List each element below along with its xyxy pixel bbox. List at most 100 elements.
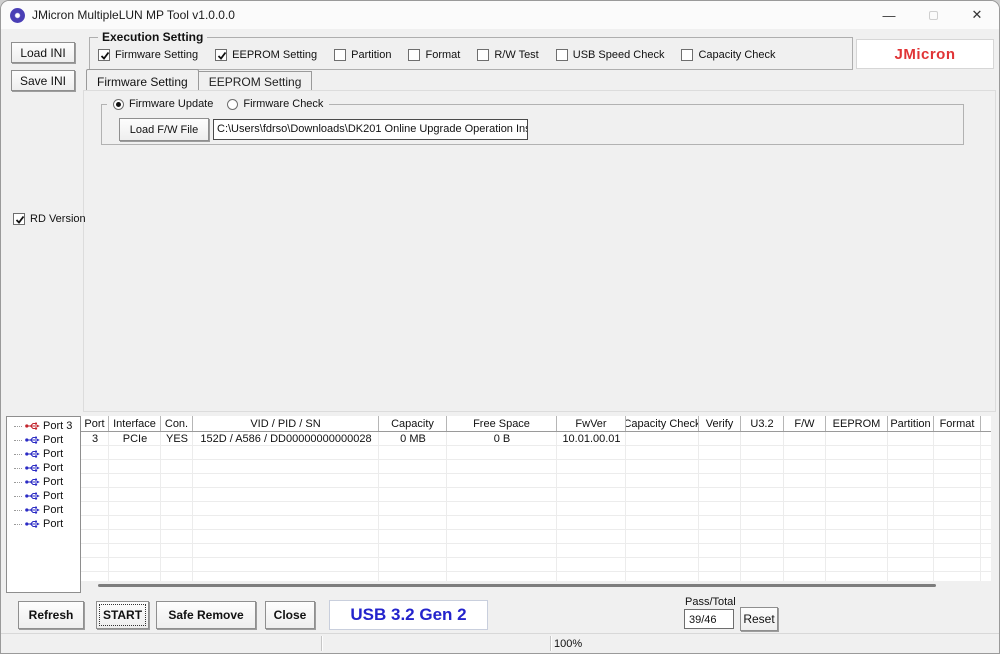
checkbox-label: Capacity Check <box>698 49 775 61</box>
grid-column-line <box>888 432 934 581</box>
tree-connector <box>14 524 22 525</box>
table-cell <box>888 432 934 446</box>
checkbox-unchecked-icon <box>556 49 568 61</box>
progress-percentage: 100% <box>554 638 582 650</box>
tree-item-port[interactable]: Port <box>10 489 80 503</box>
checkbox-label: USB Speed Check <box>573 49 665 61</box>
grid-column-line <box>109 432 161 581</box>
column-header-interface[interactable]: Interface <box>109 416 161 431</box>
tab-eeprom-setting[interactable]: EEPROM Setting <box>199 71 313 90</box>
column-header-eeprom[interactable]: EEPROM <box>826 416 888 431</box>
firmware-check-radio[interactable]: Firmware Check <box>227 98 323 110</box>
tab-strip: Firmware SettingEEPROM Setting <box>86 71 312 90</box>
brand-panel: JMicron <box>856 39 994 69</box>
pass-total-input[interactable]: 39/46 <box>684 609 734 629</box>
column-header-f-w[interactable]: F/W <box>784 416 826 431</box>
jmicron-logo: JMicron <box>894 46 955 63</box>
title-bar[interactable]: JMicron MultipleLUN MP Tool v1.0.0.0 — ✕ <box>1 1 999 29</box>
tree-item-port[interactable]: Port <box>10 475 80 489</box>
safe-remove-button[interactable]: Safe Remove <box>156 601 256 629</box>
grid-column-line <box>826 432 888 581</box>
close-app-button[interactable]: Close <box>265 601 315 629</box>
column-header-verify[interactable]: Verify <box>699 416 741 431</box>
horizontal-scrollbar[interactable] <box>98 584 936 587</box>
exec-checkbox-format[interactable]: Format <box>408 49 460 61</box>
column-header-format[interactable]: Format <box>934 416 981 431</box>
grid-column-line <box>741 432 784 581</box>
usb-port-icon <box>25 449 40 459</box>
exec-checkbox-r-w-test[interactable]: R/W Test <box>477 49 538 61</box>
firmware-update-radio[interactable]: Firmware Update <box>113 98 213 110</box>
firmware-file-path-input[interactable]: C:\Users\fdrso\Downloads\DK201 Online Up… <box>213 119 528 140</box>
start-button[interactable]: START <box>96 601 149 629</box>
tab-firmware-setting[interactable]: Firmware Setting <box>86 69 199 90</box>
column-header-capacity[interactable]: Capacity <box>379 416 447 431</box>
usb-port-icon <box>25 505 40 515</box>
checkbox-label: R/W Test <box>494 49 538 61</box>
grid-column-line <box>934 432 981 581</box>
exec-checkbox-firmware-setting[interactable]: Firmware Setting <box>98 49 198 61</box>
exec-checkbox-partition[interactable]: Partition <box>334 49 391 61</box>
app-icon <box>10 8 25 23</box>
tree-item-port[interactable]: Port <box>10 517 80 531</box>
checkbox-label: Firmware Setting <box>115 49 198 61</box>
column-header-partition[interactable]: Partition <box>888 416 934 431</box>
close-button[interactable]: ✕ <box>955 1 999 29</box>
load-ini-button[interactable]: Load INI <box>11 42 75 63</box>
rd-version-label: RD Version <box>30 213 86 225</box>
column-header-port[interactable]: Port <box>81 416 109 431</box>
pass-total-label: Pass/Total <box>685 596 736 608</box>
column-header-vid-pid-sn[interactable]: VID / PID / SN <box>193 416 379 431</box>
table-body[interactable]: 3PCIeYES152D / A586 / DD000000000000280 … <box>81 432 991 581</box>
tree-item-port[interactable]: Port <box>10 447 80 461</box>
refresh-button[interactable]: Refresh <box>18 601 84 629</box>
usb-port-icon <box>25 519 40 529</box>
rd-version-checkbox[interactable]: RD Version <box>13 213 86 225</box>
checkbox-checked-icon <box>98 49 110 61</box>
tree-item-port[interactable]: Port <box>10 461 80 475</box>
minimize-button[interactable]: — <box>867 1 911 29</box>
exec-checkbox-eeprom-setting[interactable]: EEPROM Setting <box>215 49 317 61</box>
table-cell <box>826 432 888 446</box>
table-cell: YES <box>161 432 193 446</box>
reset-button[interactable]: Reset <box>740 607 778 631</box>
column-header-u3-2[interactable]: U3.2 <box>741 416 784 431</box>
firmware-update-radio-label: Firmware Update <box>129 98 213 110</box>
table-header-row[interactable]: PortInterfaceCon.VID / PID / SNCapacityF… <box>81 416 991 432</box>
column-header-free-space[interactable]: Free Space <box>447 416 557 431</box>
port-tree[interactable]: Port 3PortPortPortPortPortPortPort <box>6 416 81 593</box>
table-row[interactable]: 3PCIeYES152D / A586 / DD000000000000280 … <box>81 432 981 446</box>
table-cell: PCIe <box>109 432 161 446</box>
table-cell: 3 <box>81 432 109 446</box>
usb-speed-badge: USB 3.2 Gen 2 <box>329 600 488 630</box>
exec-checkbox-capacity-check[interactable]: Capacity Check <box>681 49 775 61</box>
column-header-capacity-check[interactable]: Capacity Check <box>626 416 699 431</box>
usb-port-icon <box>25 421 40 431</box>
grid-column-line <box>447 432 557 581</box>
device-table[interactable]: PortInterfaceCon.VID / PID / SNCapacityF… <box>81 416 991 581</box>
table-gridlines <box>81 432 991 581</box>
checkbox-label: EEPROM Setting <box>232 49 317 61</box>
tree-item-port-3[interactable]: Port 3 <box>10 419 80 433</box>
firmware-check-radio-label: Firmware Check <box>243 98 323 110</box>
checkbox-checked-icon <box>13 213 25 225</box>
tree-item-port[interactable]: Port <box>10 433 80 447</box>
save-ini-button[interactable]: Save INI <box>11 70 75 91</box>
load-fw-file-button[interactable]: Load F/W File <box>119 118 209 141</box>
exec-checkbox-usb-speed-check[interactable]: USB Speed Check <box>556 49 665 61</box>
tree-connector <box>14 510 22 511</box>
tree-item-port[interactable]: Port <box>10 503 80 517</box>
usb-port-icon <box>25 435 40 445</box>
table-cell: 0 B <box>447 432 557 446</box>
port-label: Port 3 <box>43 420 72 432</box>
checkmark-icon <box>15 215 25 225</box>
maximize-icon <box>929 11 938 20</box>
checkbox-unchecked-icon <box>681 49 693 61</box>
maximize-button <box>911 1 955 29</box>
column-header-con-[interactable]: Con. <box>161 416 193 431</box>
tree-connector <box>14 468 22 469</box>
column-header-fwver[interactable]: FwVer <box>557 416 626 431</box>
checkmark-icon <box>100 51 110 61</box>
table-cell <box>699 432 741 446</box>
port-label: Port <box>43 434 63 446</box>
